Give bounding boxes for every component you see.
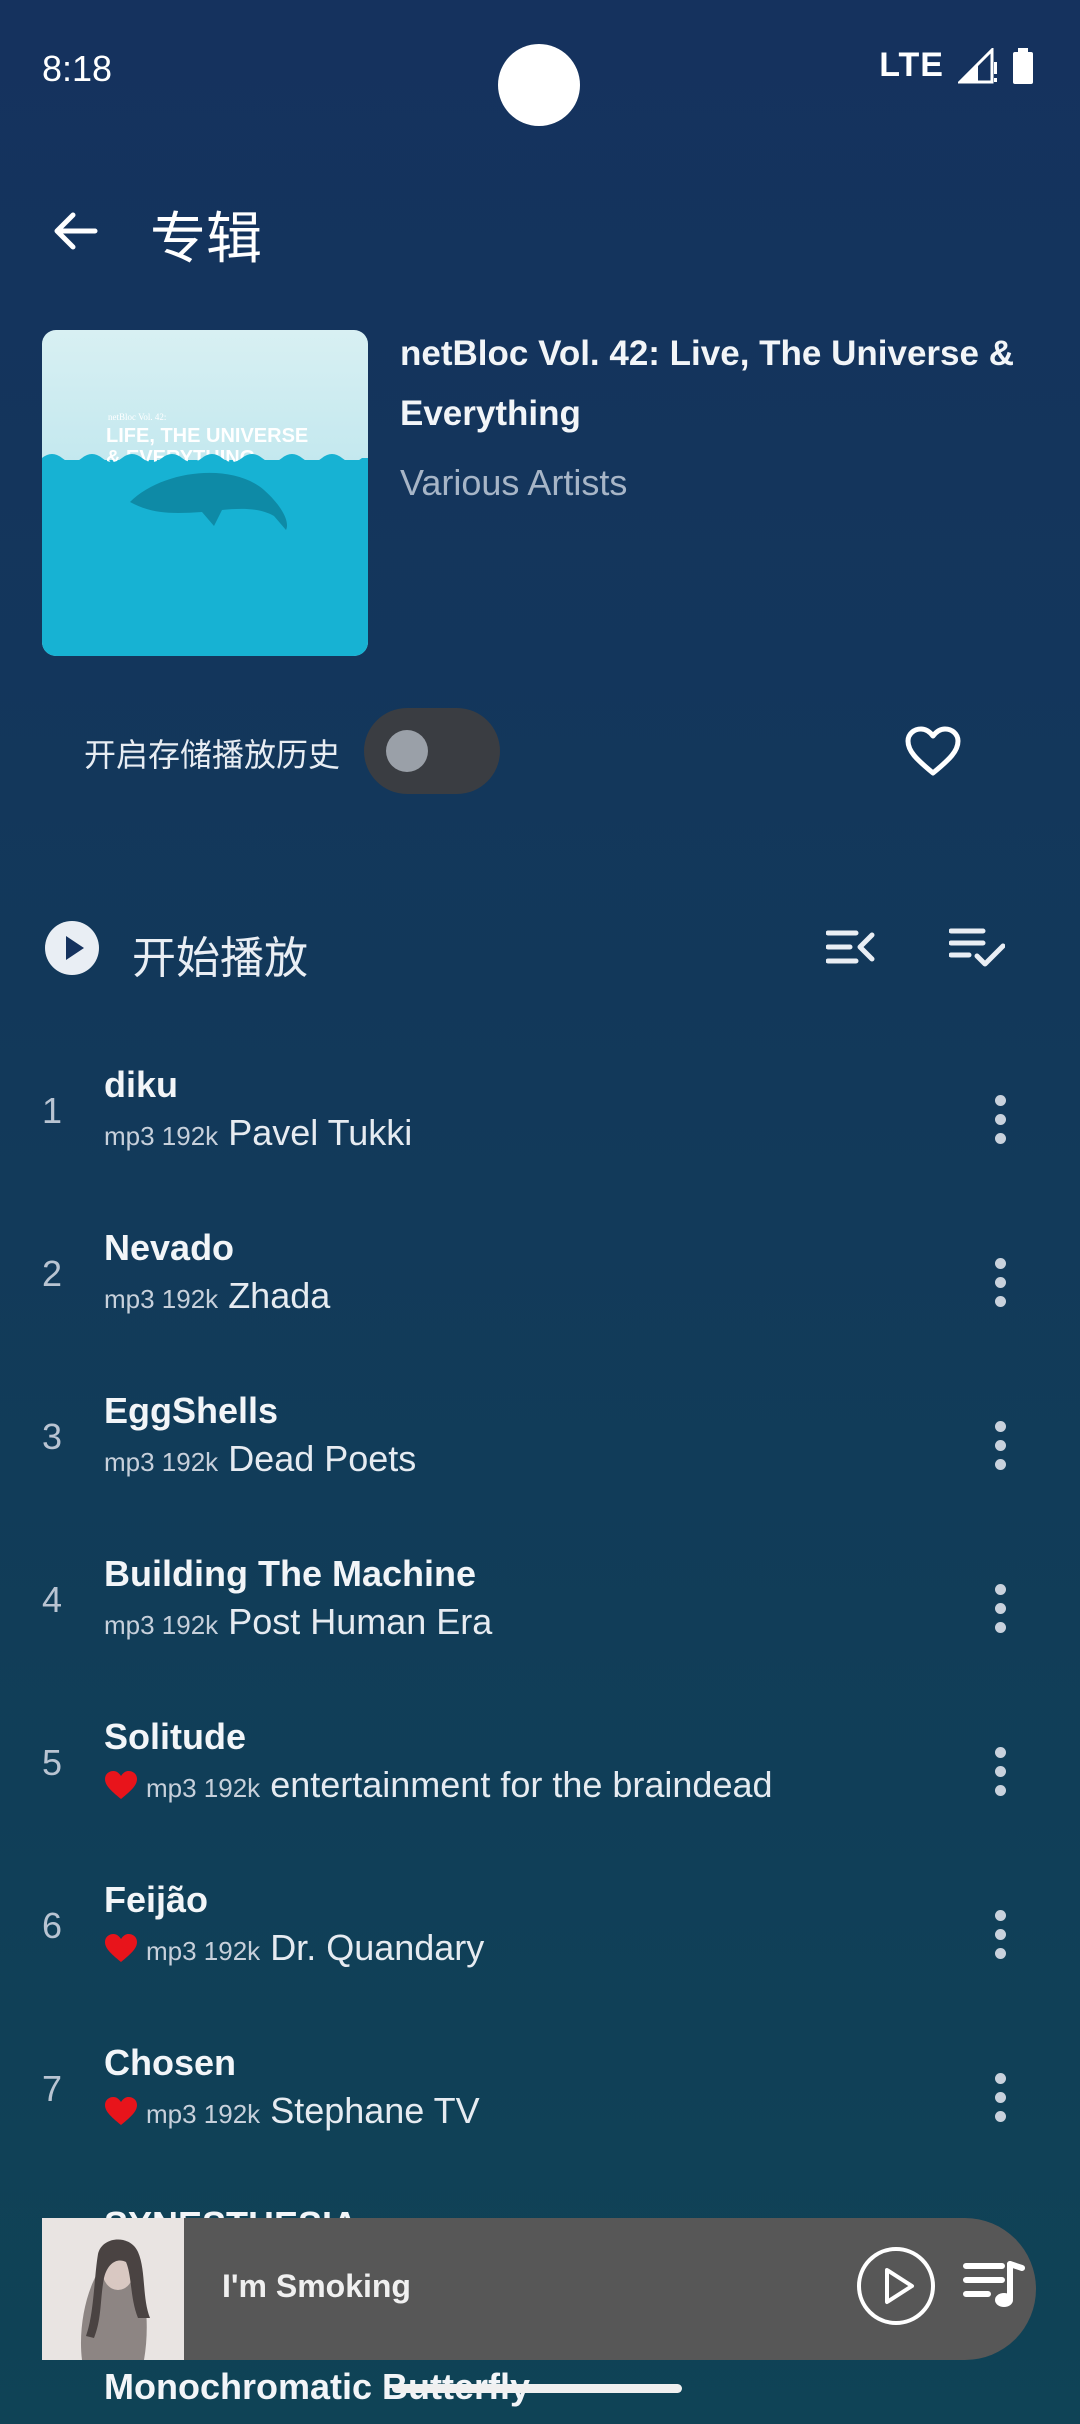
mini-player-cover[interactable] <box>42 2218 184 2360</box>
more-options-icon[interactable] <box>980 1573 1020 1643</box>
arrow-back-icon <box>54 212 98 250</box>
track-artist: Zhada <box>228 1275 331 1316</box>
track-format: mp3 192k <box>104 1121 219 1151</box>
track-title: Building The Machine <box>104 1553 477 1594</box>
album-artist[interactable]: Various Artists <box>400 462 627 504</box>
track-title: Chosen <box>104 2042 237 2083</box>
track-title: Solitude <box>104 1716 246 1757</box>
track-format: mp3 192k <box>104 1284 219 1314</box>
track-number: 2 <box>42 1253 63 1294</box>
track-row[interactable]: 3 EggShells mp3 192k Dead Poets <box>0 1366 1080 1529</box>
signal-icon <box>958 47 997 83</box>
track-subtitle: mp3 192k Pavel Tukki <box>104 1112 412 1154</box>
track-row[interactable]: 7 Chosen mp3 192k Stephane TV <box>0 2018 1080 2181</box>
back-button[interactable] <box>40 196 110 266</box>
favorite-album-button[interactable] <box>896 714 970 788</box>
cover-line1: LIFE, THE UNIVERSE <box>106 425 308 447</box>
track-artist: Dead Poets <box>228 1438 417 1479</box>
album-title: netBloc Vol. 42: Live, The Universe & Ev… <box>400 334 1014 433</box>
track-subtitle: mp3 192k Post Human Era <box>104 1601 492 1643</box>
queue-insert-icon <box>826 930 875 964</box>
mini-player-title: I'm Smoking <box>222 2268 411 2304</box>
heart-filled-icon <box>105 1771 137 1799</box>
track-number: 6 <box>42 1905 63 1946</box>
status-time: 8:18 <box>42 48 113 89</box>
track-title: Feijão <box>104 1879 209 1920</box>
track-row[interactable]: 5 Solitude mp3 192k entertainment for the b… <box>0 1692 1080 1855</box>
track-row[interactable]: 6 Feijão mp3 192k Dr. Quandary <box>0 1855 1080 2018</box>
album-cover: netBloc Vol. 42: LIFE, THE UNIVERSE & EV… <box>42 330 368 656</box>
track-subtitle: mp3 192k Dr. Quandary <box>104 1927 484 1969</box>
network-type: LTE <box>879 46 944 84</box>
battery-icon <box>1013 47 1033 84</box>
page-title: 专辑 <box>150 207 262 272</box>
camera-cutout <box>498 44 580 126</box>
track-subtitle: mp3 192k Dead Poets <box>104 1438 416 1480</box>
track-artist: Dr. Quandary <box>270 1927 485 1968</box>
more-options-icon[interactable] <box>980 1899 1020 1969</box>
track-subtitle: mp3 192k Zhada <box>104 1275 330 1317</box>
select-tracks-button[interactable] <box>944 914 1010 980</box>
track-number: 5 <box>42 1742 63 1783</box>
play-button[interactable] <box>856 2246 936 2326</box>
start-play-button[interactable]: 开始播放 <box>132 922 308 986</box>
track-row[interactable]: 4 Building The Machine mp3 192k Post Human … <box>0 1529 1080 1692</box>
track-format: mp3 192k <box>146 1773 261 1803</box>
track-artist: Post Human Era <box>228 1601 493 1642</box>
more-options-icon[interactable] <box>980 1247 1020 1317</box>
gesture-navigation-bar[interactable] <box>392 2384 682 2393</box>
track-subtitle: mp3 192k entertainment for the braindead <box>104 1764 773 1806</box>
more-options-icon[interactable] <box>980 1084 1020 1154</box>
track-artist: Pavel Tukki <box>228 1112 413 1153</box>
track-title: Nevado <box>104 1227 235 1268</box>
track-title: diku <box>104 1064 179 1105</box>
track-format: mp3 192k <box>104 1447 219 1477</box>
track-row[interactable]: 1 diku mp3 192k Pavel Tukki <box>0 1040 1080 1203</box>
toggle-knob <box>386 730 428 772</box>
history-toggle-switch[interactable] <box>364 708 500 794</box>
track-number: 3 <box>42 1416 63 1457</box>
heart-filled-icon <box>105 1934 137 1962</box>
track-title: EggShells <box>104 1390 279 1431</box>
heart-filled-icon <box>105 2097 137 2125</box>
more-options-icon[interactable] <box>980 2062 1020 2132</box>
play-circle-icon[interactable] <box>44 920 100 976</box>
more-options-icon[interactable] <box>980 1736 1020 1806</box>
heart-outline-icon <box>905 726 961 776</box>
track-format: mp3 192k <box>104 1610 219 1640</box>
track-artist: Stephane TV <box>270 2090 480 2131</box>
track-number: 7 <box>42 2068 63 2109</box>
track-number: 1 <box>42 1090 63 1131</box>
track-row[interactable]: 2 Nevado mp3 192k Zhada <box>0 1203 1080 1366</box>
cover-small-text: netBloc Vol. 42: <box>108 412 166 422</box>
track-number: 4 <box>42 1579 63 1620</box>
track-format: mp3 192k <box>146 2099 261 2129</box>
add-to-queue-button[interactable] <box>818 914 884 980</box>
queue-music-icon[interactable] <box>962 2252 1026 2316</box>
track-format: mp3 192k <box>146 1936 261 1966</box>
status-icons: LTE <box>879 46 1034 85</box>
track-artist: entertainment for the braindead <box>270 1764 773 1805</box>
track-subtitle: mp3 192k Stephane TV <box>104 2090 480 2132</box>
more-options-icon[interactable] <box>980 1410 1020 1480</box>
playlist-check-icon <box>949 928 1005 967</box>
history-toggle-label: 开启存储播放历史 <box>84 736 341 774</box>
